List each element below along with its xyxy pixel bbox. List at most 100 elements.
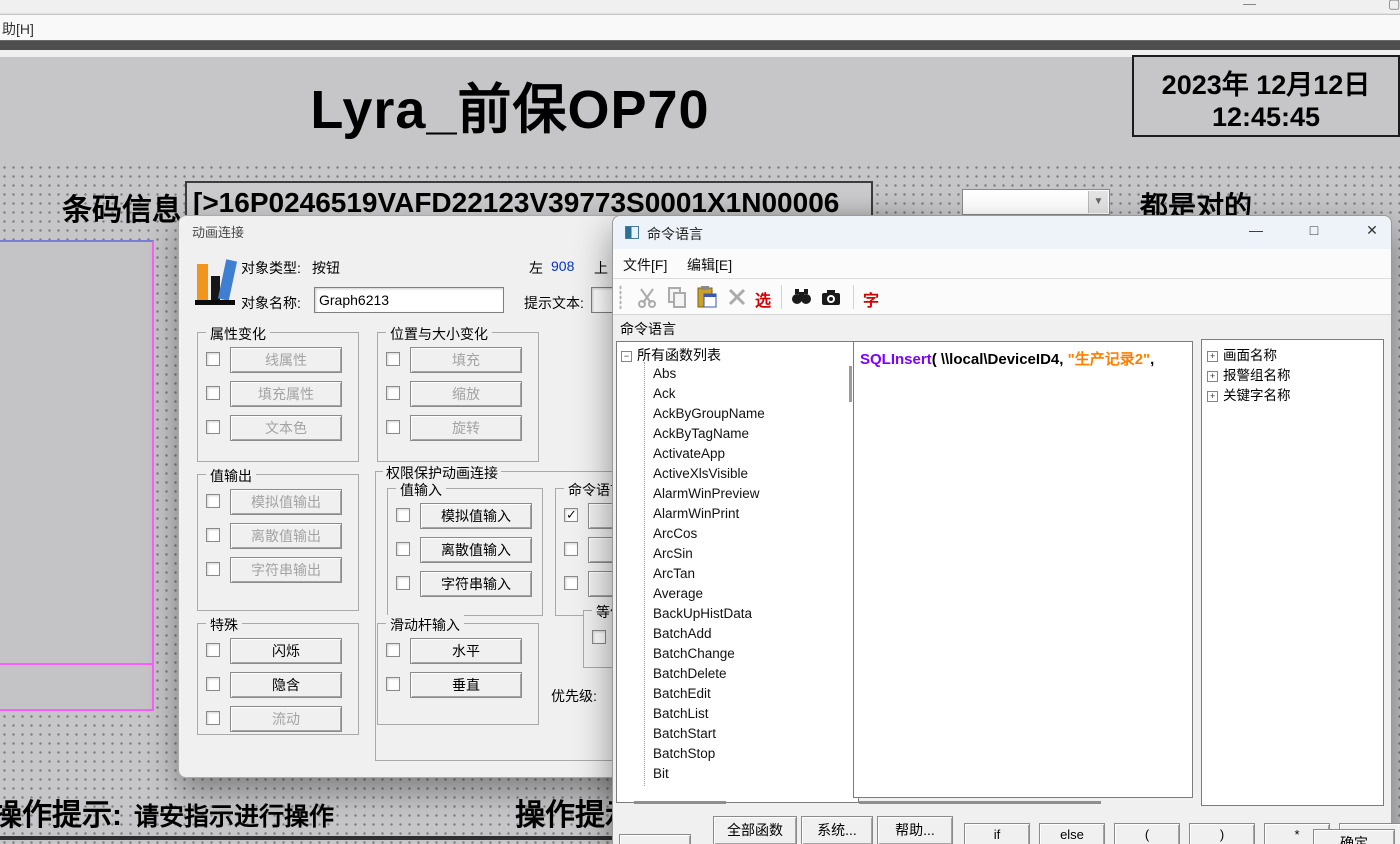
row-button[interactable]: 隐含 bbox=[230, 672, 342, 698]
checkbox[interactable] bbox=[386, 420, 400, 434]
row-button[interactable]: 垂直 bbox=[410, 672, 522, 698]
menu-edit[interactable]: 编辑[E] bbox=[687, 255, 732, 275]
checkbox[interactable] bbox=[206, 711, 220, 725]
function-item[interactable]: ActivateApp bbox=[653, 446, 765, 466]
checkbox[interactable] bbox=[206, 352, 220, 366]
find-next-icon[interactable] bbox=[819, 285, 843, 309]
checkbox[interactable] bbox=[564, 508, 578, 522]
function-item[interactable]: Ack bbox=[653, 386, 765, 406]
checkbox[interactable] bbox=[206, 528, 220, 542]
function-item[interactable]: BackUpHistData bbox=[653, 606, 765, 626]
row-button[interactable]: 字符串输入 bbox=[420, 571, 532, 597]
minimize-icon[interactable]: — bbox=[1241, 222, 1271, 238]
expand-icon[interactable]: + bbox=[1207, 371, 1218, 382]
row-button: 线属性 bbox=[230, 347, 342, 373]
toolbar-grip[interactable] bbox=[619, 285, 622, 309]
operator-button[interactable]: ) bbox=[1189, 823, 1255, 844]
close-icon[interactable]: ✕ bbox=[1357, 222, 1387, 239]
code-editor[interactable]: SQLInsert( \\local\DeviceID4, "生产记录2", bbox=[853, 341, 1193, 798]
barcode-combobox[interactable]: ▼ bbox=[962, 189, 1110, 215]
checkbox[interactable] bbox=[206, 494, 220, 508]
selected-panel[interactable] bbox=[0, 240, 154, 711]
function-item[interactable]: AlarmWinPreview bbox=[653, 486, 765, 506]
function-item[interactable]: ArcSin bbox=[653, 546, 765, 566]
row-button[interactable]: 闪烁 bbox=[230, 638, 342, 664]
function-item[interactable]: AckByTagName bbox=[653, 426, 765, 446]
checkbox[interactable] bbox=[386, 386, 400, 400]
name-tree-item[interactable]: +画面名称 bbox=[1207, 344, 1291, 364]
row-button: 填充 bbox=[410, 347, 522, 373]
operator-button[interactable]: if bbox=[964, 823, 1030, 844]
minimize-icon[interactable]: — bbox=[1243, 0, 1256, 11]
row-button[interactable]: 水平 bbox=[410, 638, 522, 664]
function-item[interactable]: Bit bbox=[653, 766, 765, 786]
row-button: 模拟值输出 bbox=[230, 489, 342, 515]
select-tool[interactable]: 选 bbox=[755, 287, 771, 311]
checkbox[interactable] bbox=[386, 352, 400, 366]
checkbox[interactable] bbox=[206, 643, 220, 657]
partial-button[interactable] bbox=[619, 834, 691, 844]
checkbox[interactable] bbox=[592, 630, 606, 644]
tree-vscrollbar[interactable] bbox=[849, 366, 852, 402]
cmd-titlebar[interactable]: 命令语言 — □ ✕ bbox=[613, 216, 1391, 249]
checkbox[interactable] bbox=[206, 420, 220, 434]
maximize-icon[interactable]: □ bbox=[1299, 222, 1329, 238]
checkbox[interactable] bbox=[396, 542, 410, 556]
group-title: 值输入 bbox=[396, 480, 446, 500]
checkbox[interactable] bbox=[564, 576, 578, 590]
tree-hscrollbar[interactable] bbox=[616, 798, 859, 808]
maximize-icon[interactable]: ▢ bbox=[1388, 0, 1400, 12]
application-window: — ▢ 助[H] Lyra_前保OP70 2023年 12月12日 12:45:… bbox=[0, 0, 1400, 844]
operator-button[interactable]: else bbox=[1039, 823, 1105, 844]
menu-item-help[interactable]: 助[H] bbox=[2, 19, 34, 39]
find-icon[interactable] bbox=[789, 285, 813, 309]
function-item[interactable]: BatchStop bbox=[653, 746, 765, 766]
function-item[interactable]: ArcCos bbox=[653, 526, 765, 546]
dialog-title: 动画连接 bbox=[192, 222, 244, 241]
editor-hscrollbar[interactable] bbox=[853, 798, 1193, 808]
checkbox[interactable] bbox=[386, 643, 400, 657]
collapse-icon[interactable]: − bbox=[621, 351, 632, 362]
function-item[interactable]: BatchChange bbox=[653, 646, 765, 666]
function-item[interactable]: BatchDelete bbox=[653, 666, 765, 686]
function-item[interactable]: AlarmWinPrint bbox=[653, 506, 765, 526]
group-title: 属性变化 bbox=[206, 324, 270, 344]
help-button[interactable]: 帮助... bbox=[877, 816, 953, 844]
menu-file[interactable]: 文件[F] bbox=[623, 255, 667, 275]
function-item[interactable]: BatchAdd bbox=[653, 626, 765, 646]
date-text: 2023年 12月12日 bbox=[1134, 63, 1398, 102]
function-item[interactable]: ActiveXlsVisible bbox=[653, 466, 765, 486]
function-item[interactable]: Average bbox=[653, 586, 765, 606]
object-name-input[interactable] bbox=[314, 287, 504, 313]
checkbox[interactable] bbox=[396, 508, 410, 522]
row-button[interactable]: 离散值输入 bbox=[420, 537, 532, 563]
row-button: 字符串输出 bbox=[230, 557, 342, 583]
tree-root-node[interactable]: −所有函数列表 bbox=[621, 345, 721, 365]
font-tool[interactable]: 字 bbox=[863, 287, 879, 311]
checkbox[interactable] bbox=[386, 677, 400, 691]
row-button[interactable]: 模拟值输入 bbox=[420, 503, 532, 529]
function-list: AbsAckAckByGroupNameAckByTagNameActivate… bbox=[653, 366, 765, 786]
function-item[interactable]: Abs bbox=[653, 366, 765, 386]
name-tree-item[interactable]: +关键字名称 bbox=[1207, 384, 1291, 404]
function-item[interactable]: AckByGroupName bbox=[653, 406, 765, 426]
chevron-down-icon[interactable]: ▼ bbox=[1088, 191, 1108, 213]
checkbox[interactable] bbox=[396, 576, 410, 590]
function-item[interactable]: ArcTan bbox=[653, 566, 765, 586]
checkbox[interactable] bbox=[206, 562, 220, 576]
function-item[interactable]: BatchList bbox=[653, 706, 765, 726]
ok-button[interactable]: 确定 bbox=[1313, 829, 1395, 844]
checkbox[interactable] bbox=[206, 386, 220, 400]
object-name-label: 对象名称: bbox=[241, 293, 301, 313]
system-button[interactable]: 系统... bbox=[801, 816, 873, 844]
checkbox[interactable] bbox=[564, 542, 578, 556]
expand-icon[interactable]: + bbox=[1207, 391, 1218, 402]
name-tree-item[interactable]: +报警组名称 bbox=[1207, 364, 1291, 384]
all-functions-button[interactable]: 全部函数 bbox=[713, 816, 797, 844]
checkbox[interactable] bbox=[206, 677, 220, 691]
function-item[interactable]: BatchEdit bbox=[653, 686, 765, 706]
expand-icon[interactable]: + bbox=[1207, 351, 1218, 362]
operator-button[interactable]: ( bbox=[1114, 823, 1180, 844]
paste-icon[interactable] bbox=[695, 285, 719, 309]
function-item[interactable]: BatchStart bbox=[653, 726, 765, 746]
